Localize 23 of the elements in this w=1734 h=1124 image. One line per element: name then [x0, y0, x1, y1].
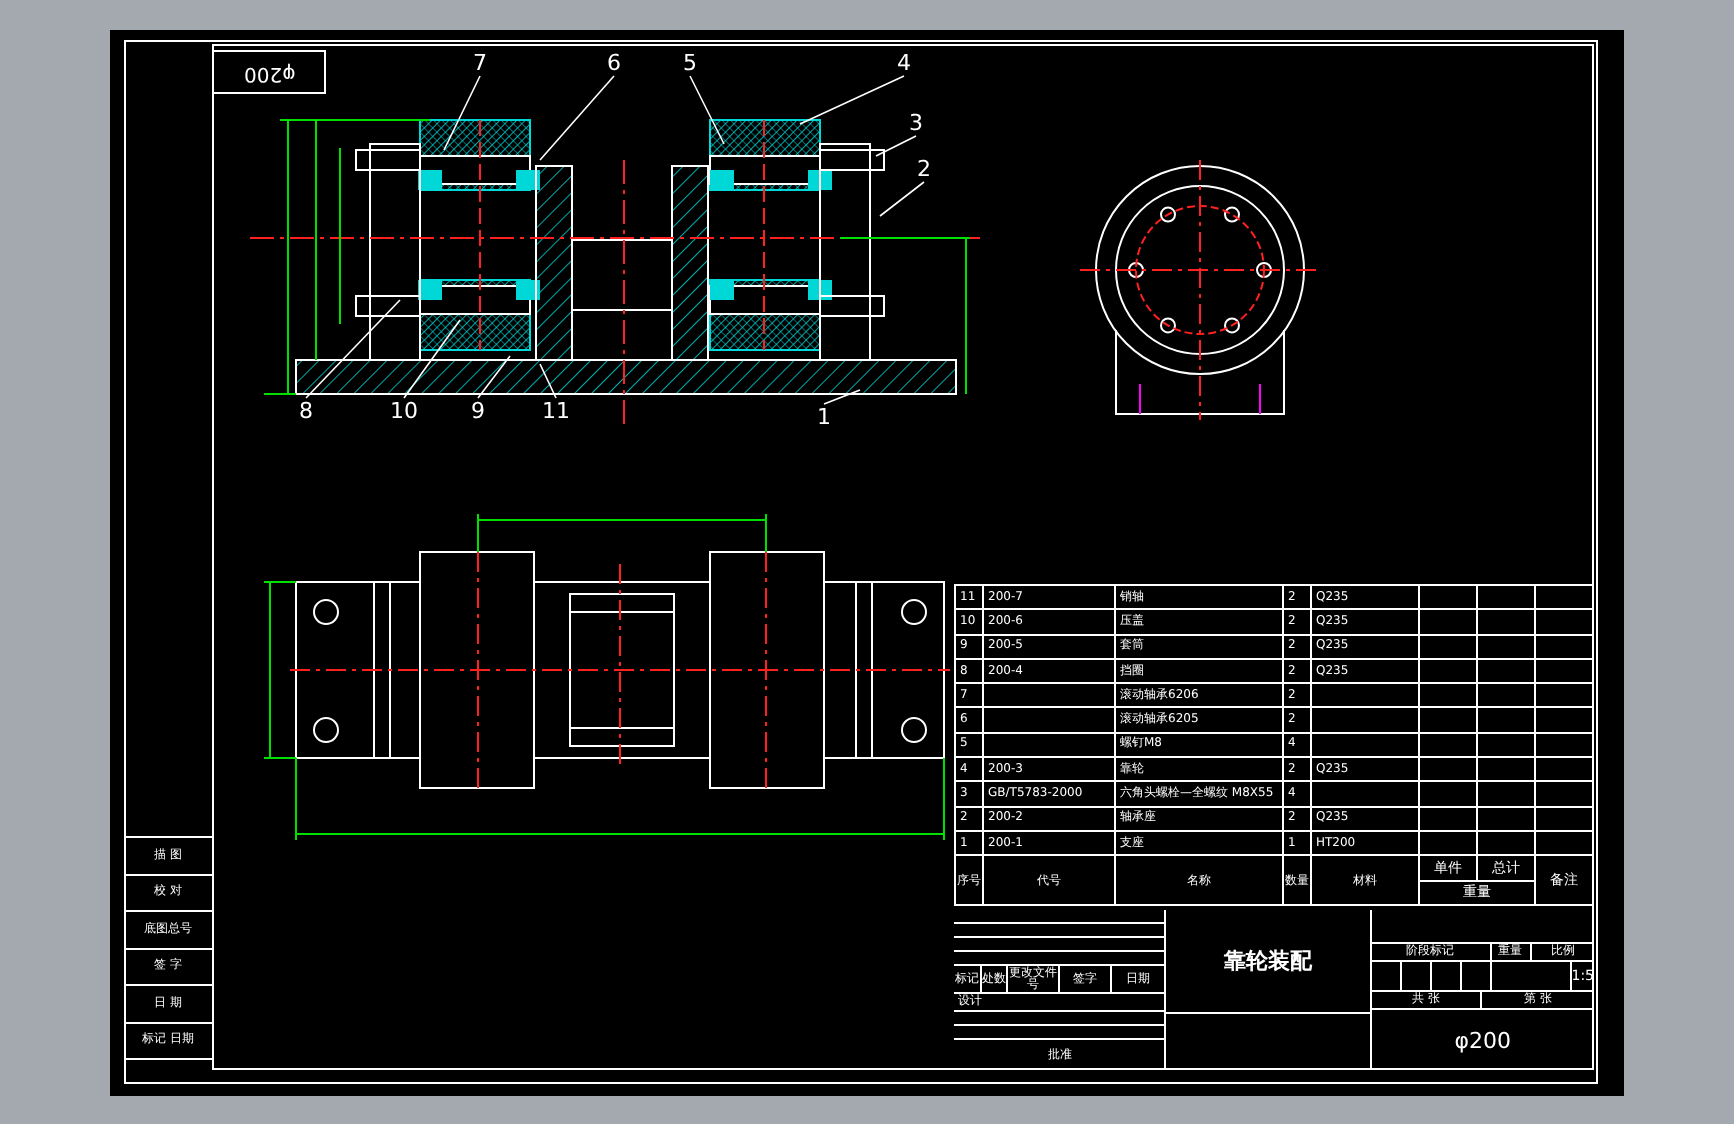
- part-number: 11: [542, 398, 570, 424]
- part-number: 5: [683, 50, 697, 76]
- title-block-text: 靠轮装配: [1223, 950, 1312, 972]
- view-label: φ200: [243, 59, 295, 87]
- leader-line: [477, 355, 511, 399]
- leader-line: [539, 363, 557, 399]
- title-block-text: φ200: [1454, 1029, 1511, 1051]
- leader-line: [875, 135, 917, 157]
- part-number: 7: [473, 50, 487, 76]
- leader-line: [879, 181, 925, 217]
- part-number: 6: [607, 50, 621, 76]
- part-number: 8: [299, 398, 313, 424]
- part-number: 1: [817, 404, 831, 430]
- part-number: 10: [390, 398, 418, 424]
- leader-line: [689, 75, 725, 145]
- leader-line: [539, 75, 615, 161]
- part-number: 4: [897, 50, 911, 76]
- leader-line: [443, 75, 481, 151]
- part-number: 2: [917, 156, 931, 182]
- part-number: 3: [909, 110, 923, 136]
- leader-line: [823, 389, 861, 405]
- leader-line: [799, 75, 905, 125]
- part-number: 9: [471, 398, 485, 424]
